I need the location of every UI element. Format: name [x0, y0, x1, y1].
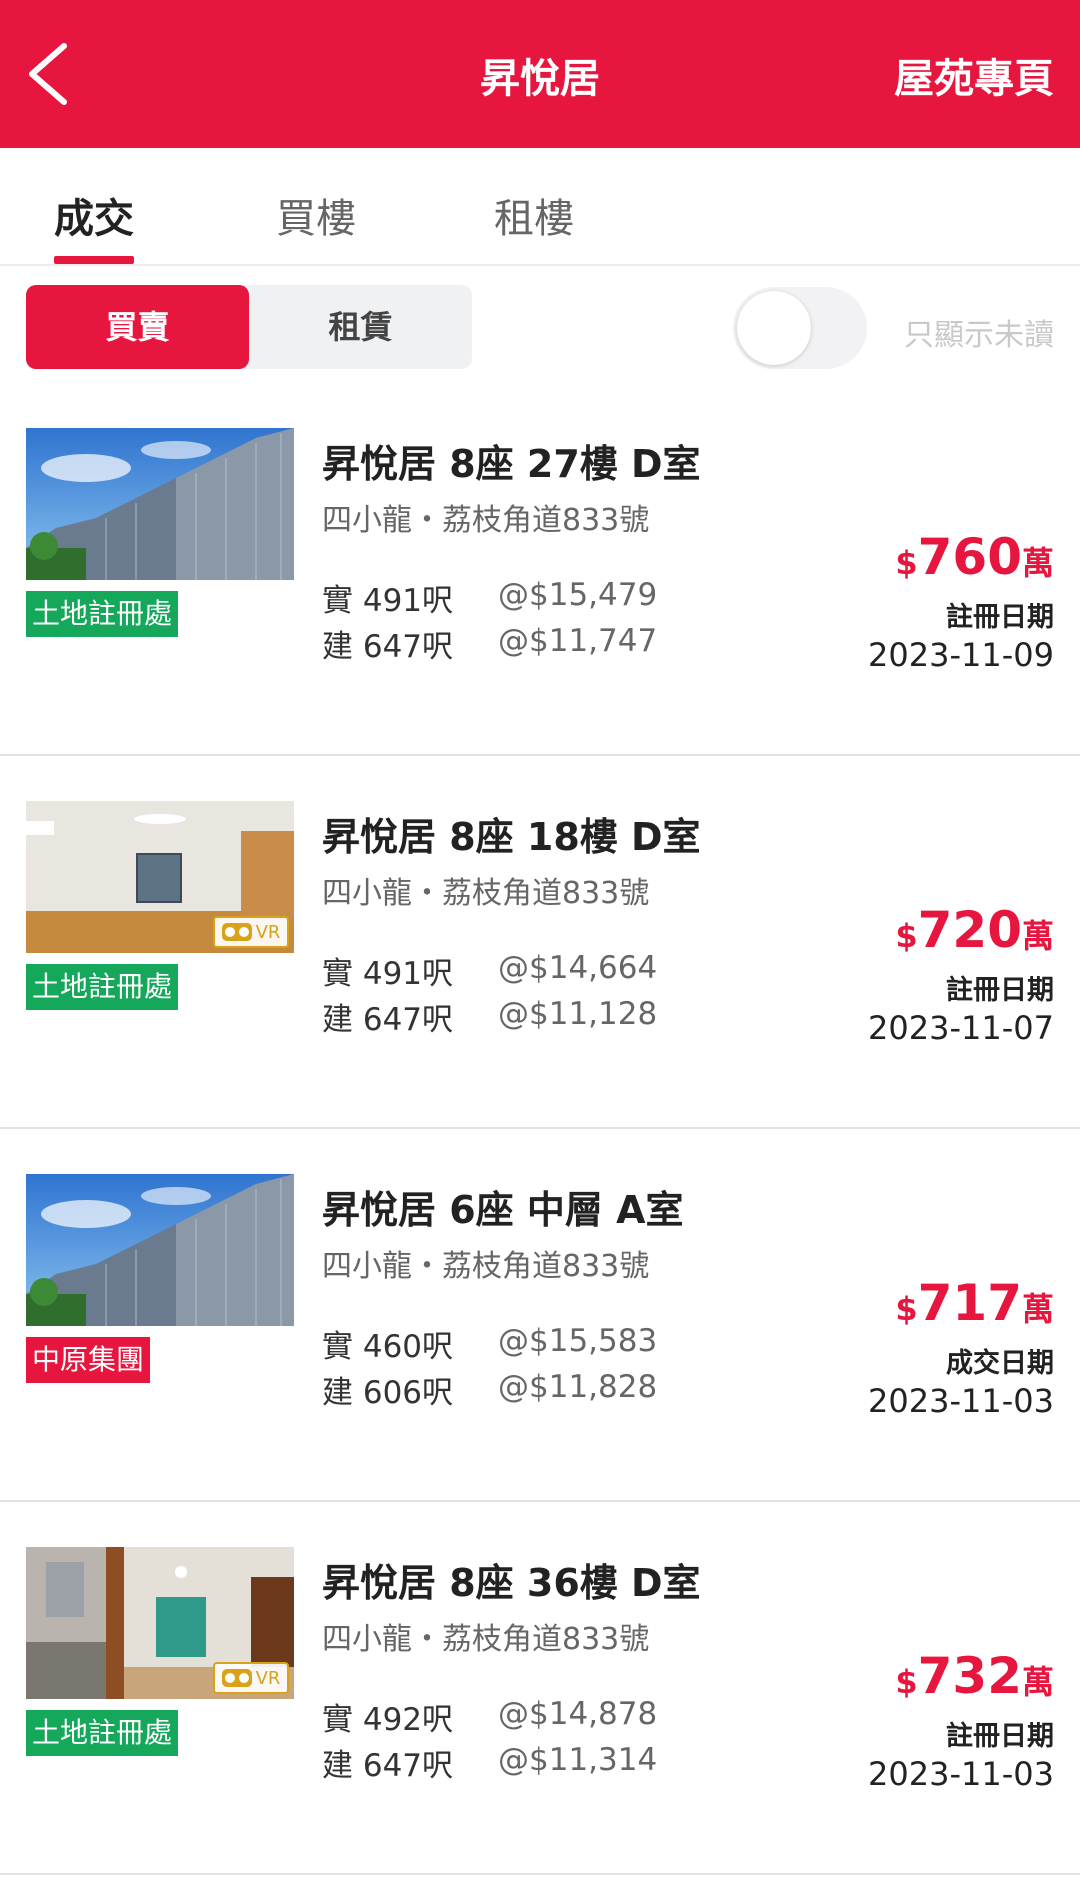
- vr-badge[interactable]: VR: [213, 1662, 289, 1694]
- listing-address: 四小龍・荔枝角道833號: [322, 503, 650, 538]
- price-currency: $: [895, 1663, 918, 1701]
- tab-rent[interactable]: 租樓: [494, 186, 574, 244]
- transaction-date: 2023-11-03: [868, 1755, 1054, 1793]
- saleable-area: 實 460呎: [322, 1329, 454, 1365]
- transaction-price: $760萬: [895, 528, 1054, 586]
- gross-area: 建 647呎: [322, 629, 454, 665]
- listing-address: 四小龍・荔枝角道833號: [322, 1249, 650, 1284]
- active-tab-indicator: [54, 256, 134, 264]
- vr-label: VR: [255, 1667, 281, 1689]
- date-label: 註冊日期: [946, 975, 1054, 1006]
- price-value: 717: [917, 1274, 1022, 1332]
- saleable-unit-price: @$15,583: [498, 1323, 658, 1359]
- saleable-unit-price: @$14,878: [498, 1696, 658, 1732]
- gross-unit-price: @$11,828: [498, 1369, 658, 1405]
- unread-only-toggle[interactable]: [733, 287, 867, 369]
- listing-photo[interactable]: VR: [26, 1547, 294, 1699]
- price-value: 760: [917, 528, 1022, 586]
- vr-badge[interactable]: VR: [213, 916, 289, 948]
- page-title: 昇悅居: [480, 56, 600, 102]
- date-label: 註冊日期: [946, 1721, 1054, 1752]
- listing-title: 昇悅居 8座 18樓 D室: [322, 815, 701, 859]
- listing-photo[interactable]: [26, 428, 294, 580]
- source-tag: 土地註冊處: [26, 1710, 179, 1756]
- saleable-unit-price: @$15,479: [498, 577, 658, 613]
- vr-goggles-icon: [221, 1669, 252, 1687]
- saleable-area: 實 491呎: [322, 956, 454, 992]
- gross-area: 建 647呎: [322, 1002, 454, 1038]
- chevron-left-icon: [29, 43, 67, 105]
- transaction-price: $717萬: [895, 1274, 1054, 1332]
- saleable-area: 實 491呎: [322, 583, 454, 619]
- gross-unit-price: @$11,314: [498, 1742, 658, 1778]
- listing-title: 昇悅居 6座 中層 A室: [322, 1188, 684, 1232]
- transaction-price: $720萬: [895, 901, 1054, 959]
- source-tag: 土地註冊處: [26, 591, 179, 637]
- tab-buy[interactable]: 買樓: [276, 186, 356, 244]
- app-header: 昇悅居 屋苑專頁: [0, 0, 1080, 148]
- transaction-price: $732萬: [895, 1647, 1054, 1705]
- price-value: 720: [917, 901, 1022, 959]
- listing-photo[interactable]: VR: [26, 801, 294, 953]
- back-button[interactable]: [22, 36, 92, 112]
- price-value: 732: [917, 1647, 1022, 1705]
- listing-card[interactable]: VR 土地註冊處 昇悅居 8座 18樓 D室 四小龍・荔枝角道833號 實 49…: [0, 756, 1080, 1129]
- date-label: 成交日期: [946, 1348, 1054, 1379]
- date-label: 註冊日期: [946, 602, 1054, 633]
- gross-area: 建 606呎: [322, 1375, 454, 1411]
- segment-sale[interactable]: 買賣: [26, 285, 249, 369]
- price-unit: 萬: [1021, 544, 1054, 582]
- saleable-area: 實 492呎: [322, 1702, 454, 1738]
- price-currency: $: [895, 544, 918, 582]
- price-unit: 萬: [1021, 1663, 1054, 1701]
- saleable-unit-price: @$14,664: [498, 950, 658, 986]
- listing-photo[interactable]: [26, 1174, 294, 1326]
- listing-card[interactable]: 土地註冊處 昇悅居 8座 27樓 D室 四小龍・荔枝角道833號 實 491呎 …: [0, 383, 1080, 756]
- price-currency: $: [895, 1290, 918, 1328]
- transaction-date: 2023-11-03: [868, 1382, 1054, 1420]
- price-unit: 萬: [1021, 917, 1054, 955]
- gross-unit-price: @$11,128: [498, 996, 658, 1032]
- source-tag: 土地註冊處: [26, 964, 179, 1010]
- tab-bar: 成交 買樓 租樓: [0, 148, 1080, 266]
- listing-card[interactable]: 中原集團 昇悅居 6座 中層 A室 四小龍・荔枝角道833號 實 460呎 建 …: [0, 1129, 1080, 1502]
- gross-area: 建 647呎: [322, 1748, 454, 1784]
- listing-address: 四小龍・荔枝角道833號: [322, 876, 650, 911]
- price-unit: 萬: [1021, 1290, 1054, 1328]
- vr-label: VR: [255, 921, 281, 943]
- segment-lease[interactable]: 租賃: [249, 285, 472, 369]
- tab-transactions[interactable]: 成交: [54, 186, 134, 244]
- unread-only-label: 只顯示未讀: [904, 318, 1054, 353]
- listing-title: 昇悅居 8座 36樓 D室: [322, 1561, 701, 1605]
- listing-title: 昇悅居 8座 27樓 D室: [322, 442, 701, 486]
- transaction-type-segment: 買賣 租賃: [26, 285, 472, 369]
- transaction-date: 2023-11-09: [868, 636, 1054, 674]
- transaction-date: 2023-11-07: [868, 1009, 1054, 1047]
- price-currency: $: [895, 917, 918, 955]
- estate-page-link[interactable]: 屋苑專頁: [894, 46, 1054, 104]
- toggle-knob: [737, 291, 811, 365]
- vr-goggles-icon: [221, 923, 252, 941]
- listing-card[interactable]: VR 土地註冊處 昇悅居 8座 36樓 D室 四小龍・荔枝角道833號 實 49…: [0, 1502, 1080, 1875]
- gross-unit-price: @$11,747: [498, 623, 658, 659]
- source-tag: 中原集團: [26, 1337, 151, 1383]
- listing-address: 四小龍・荔枝角道833號: [322, 1622, 650, 1657]
